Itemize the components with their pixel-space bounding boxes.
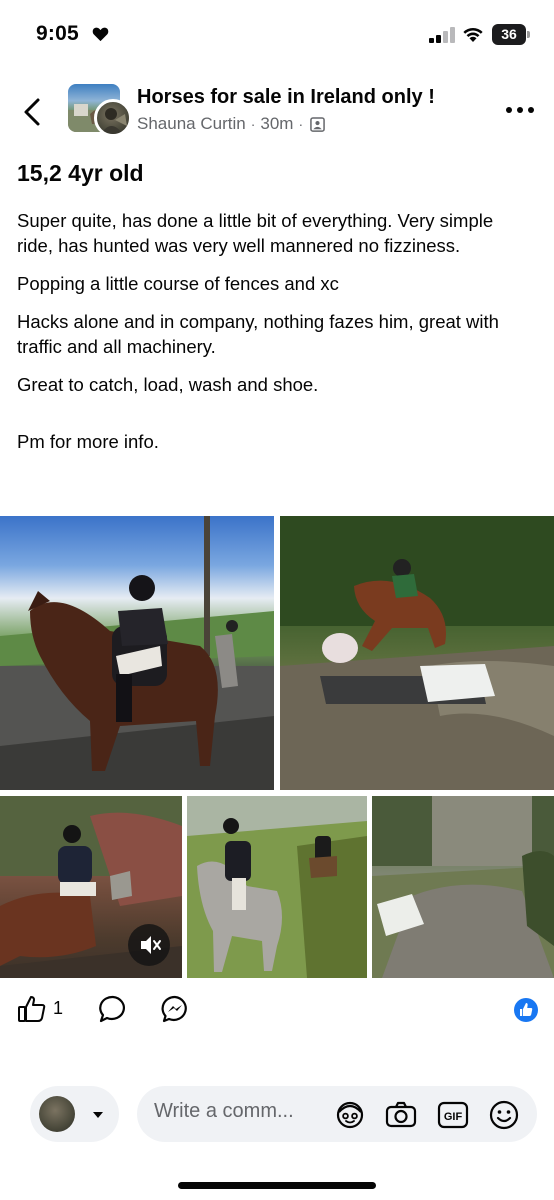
status-time: 9:05 <box>36 22 79 45</box>
current-user-avatar <box>39 1096 75 1132</box>
svg-text:GIF: GIF <box>444 1111 463 1123</box>
speaker-muted-icon <box>141 936 161 954</box>
author-avatar[interactable] <box>94 99 132 137</box>
battery-icon: 36 <box>492 24 530 45</box>
like-reaction-badge[interactable] <box>514 998 538 1022</box>
post-time[interactable]: 30m <box>260 114 293 134</box>
back-icon[interactable] <box>18 94 48 130</box>
photo-rider-bay-horse-road[interactable] <box>0 516 274 790</box>
group-privacy-icon <box>310 116 325 132</box>
gif-icon[interactable]: GIF <box>436 1098 470 1132</box>
post-body: Super quite, has done a little bit of ev… <box>17 208 527 467</box>
meta-separator: · <box>298 116 304 132</box>
comment-icon[interactable] <box>98 994 128 1024</box>
home-indicator[interactable] <box>178 1182 376 1189</box>
group-name[interactable]: Horses for sale in Ireland only ! <box>137 86 435 109</box>
thumbs-up-icon <box>520 1003 533 1016</box>
like-icon[interactable] <box>17 994 47 1024</box>
wifi-icon <box>463 27 483 42</box>
post-paragraph: Super quite, has done a little bit of ev… <box>17 210 494 256</box>
chevron-down-icon <box>93 1112 103 1118</box>
post-header: Horses for sale in Ireland only ! Shauna… <box>0 70 554 152</box>
avatar-sticker-icon[interactable] <box>333 1098 367 1132</box>
signal-icon <box>429 27 455 43</box>
more-options-icon[interactable] <box>504 104 536 116</box>
post-paragraph: Popping a little course of fences and xc <box>17 273 339 294</box>
comment-field[interactable]: GIF <box>137 1086 537 1142</box>
photo-cross-country-track[interactable] <box>372 796 554 978</box>
like-count[interactable]: 1 <box>53 998 63 1019</box>
emoji-icon[interactable] <box>487 1098 521 1132</box>
author-name[interactable]: Shauna Curtin <box>137 114 246 134</box>
heart-icon <box>92 27 109 42</box>
post-title: 15,2 4yr old <box>17 160 144 186</box>
profile-switcher[interactable] <box>30 1086 119 1142</box>
post-meta: Shauna Curtin · 30m · <box>137 114 325 134</box>
battery-level: 36 <box>501 26 517 42</box>
post-actions: 1 <box>0 990 554 1030</box>
photo-rider-grey-horse-field[interactable] <box>187 796 367 978</box>
status-bar: 9:05 36 <box>0 0 554 70</box>
camera-icon[interactable] <box>384 1098 418 1132</box>
photo-rider-bay-horse-video[interactable] <box>0 796 182 978</box>
photo-horse-jumping-barrels[interactable] <box>280 516 554 790</box>
mute-button[interactable] <box>128 924 170 966</box>
comment-input[interactable] <box>154 1100 324 1123</box>
messenger-icon[interactable] <box>160 994 190 1024</box>
post-paragraph: Pm for more info. <box>17 431 159 452</box>
post-paragraph: Great to catch, load, wash and shoe. <box>17 374 319 395</box>
post-paragraph: Hacks alone and in company, nothing faze… <box>17 311 499 357</box>
meta-separator: · <box>250 116 256 132</box>
